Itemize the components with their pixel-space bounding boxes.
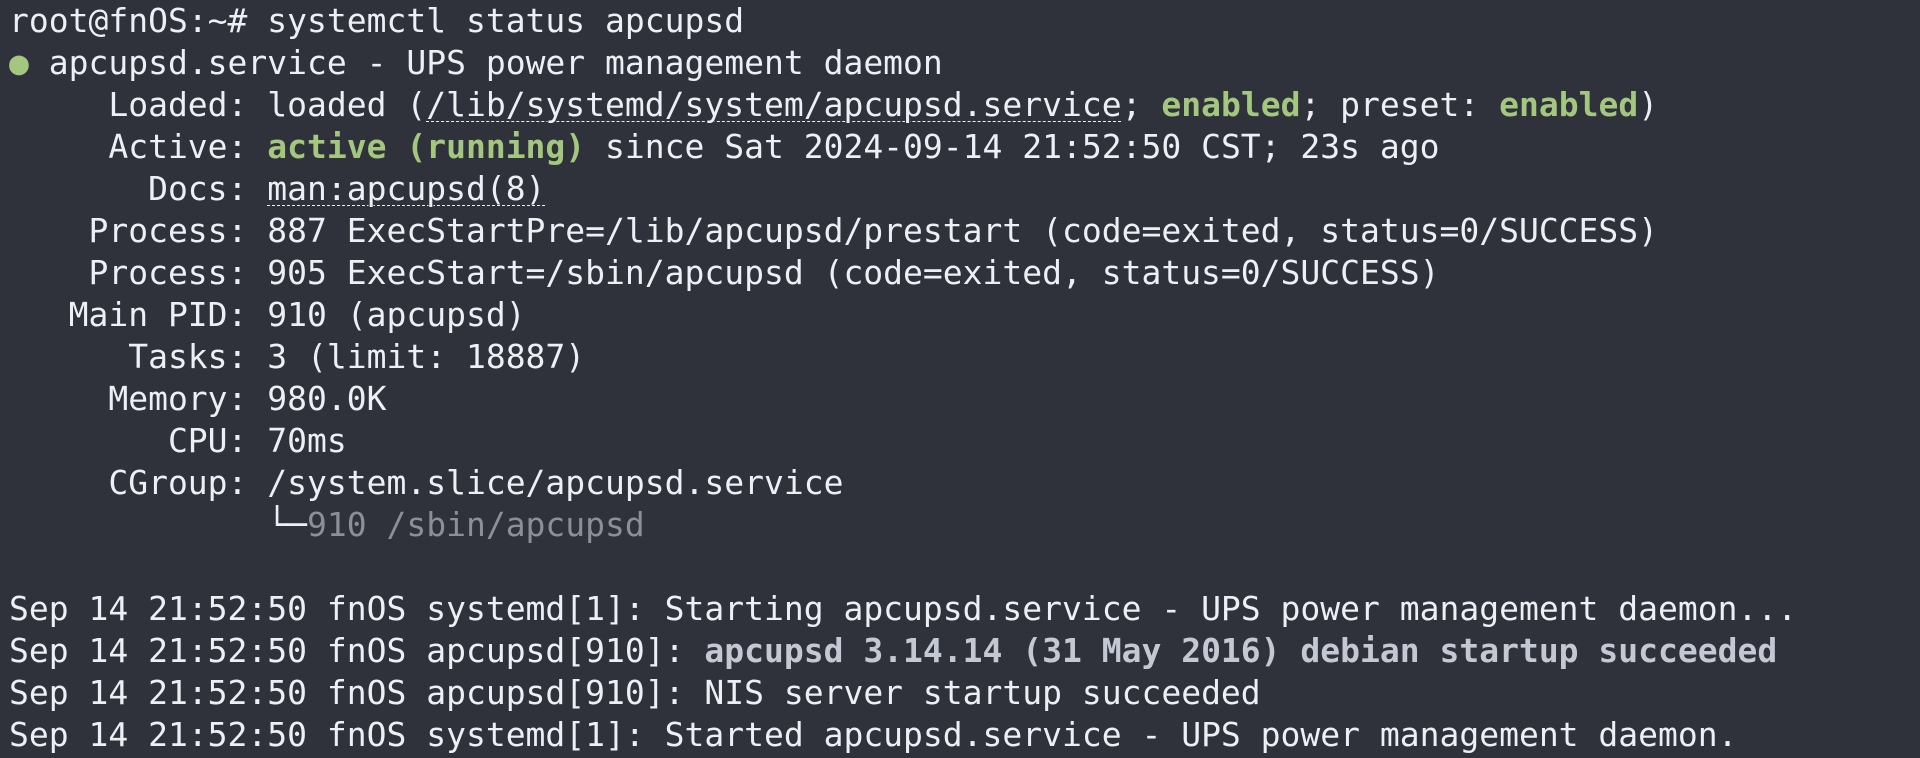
cgroup-value: /system.slice/apcupsd.service xyxy=(267,463,844,502)
loaded-label: Loaded: xyxy=(9,85,268,124)
active-since: since Sat 2024-09-14 21:52:50 CST; 23s a… xyxy=(585,127,1440,166)
main-pid-value: 910 (apcupsd) xyxy=(267,295,526,334)
service-title: apcupsd.service - UPS power management d… xyxy=(28,43,943,82)
loaded-value-pre: loaded ( xyxy=(267,85,427,124)
process-label: Process: xyxy=(9,211,268,250)
process-value: 905 ExecStart=/sbin/apcupsd (code=exited… xyxy=(267,253,1440,292)
log-message: NIS server startup succeeded xyxy=(704,673,1261,712)
log-line: Sep 14 21:52:50 fnOS apcupsd[910]: NIS s… xyxy=(9,672,1261,714)
cpu-value: 70ms xyxy=(267,421,347,460)
log-prefix: Sep 14 21:52:50 fnOS apcupsd[910]: xyxy=(9,631,705,670)
memory-value: 980.0K xyxy=(267,379,387,418)
log-message: Started apcupsd.service - UPS power mana… xyxy=(664,715,1738,754)
log-prefix: Sep 14 21:52:50 fnOS systemd[1]: xyxy=(9,715,665,754)
terminal-window[interactable]: root@fnOS:~# systemctl status apcupsd ● … xyxy=(0,0,1920,758)
docs-label: Docs: xyxy=(9,169,268,208)
process-line-1: Process: 887 ExecStartPre=/lib/apcupsd/p… xyxy=(9,210,1658,252)
active-label: Active: xyxy=(9,127,268,166)
tasks-line: Tasks: 3 (limit: 18887) xyxy=(9,336,585,378)
loaded-sep2: ; preset: xyxy=(1300,85,1500,124)
status-dot-icon: ● xyxy=(9,43,29,82)
main-pid-label: Main PID: xyxy=(9,295,268,334)
cpu-line: CPU: 70ms xyxy=(9,420,347,462)
docs-line: Docs: man:apcupsd(8) xyxy=(9,168,545,210)
service-header-line: ● apcupsd.service - UPS power management… xyxy=(9,42,943,84)
command-prompt-line: root@fnOS:~# systemctl status apcupsd xyxy=(9,0,744,42)
memory-label: Memory: xyxy=(9,379,268,418)
tree-branch-icon: └─ xyxy=(9,505,308,544)
process-label: Process: xyxy=(9,253,268,292)
log-message: Starting apcupsd.service - UPS power man… xyxy=(664,589,1798,628)
cgroup-child-process: 910 /sbin/apcupsd xyxy=(307,505,645,544)
command-prompt: root@fnOS:~# systemctl status apcupsd xyxy=(9,1,745,40)
enabled-state: enabled xyxy=(1161,85,1301,124)
cgroup-line: CGroup: /system.slice/apcupsd.service xyxy=(9,462,843,504)
docs-link[interactable]: man:apcupsd(8) xyxy=(267,169,545,208)
log-line: Sep 14 21:52:50 fnOS systemd[1]: Startin… xyxy=(9,588,1797,630)
cgroup-child-line: └─910 /sbin/apcupsd xyxy=(9,504,645,546)
log-line: Sep 14 21:52:50 fnOS systemd[1]: Started… xyxy=(9,714,1738,756)
loaded-line: Loaded: loaded (/lib/systemd/system/apcu… xyxy=(9,84,1658,126)
cpu-label: CPU: xyxy=(9,421,268,460)
tasks-value: 3 (limit: 18887) xyxy=(267,337,586,376)
loaded-sep1: ; xyxy=(1121,85,1162,124)
unit-file-link[interactable]: /lib/systemd/system/apcupsd.service xyxy=(426,85,1121,124)
process-line-2: Process: 905 ExecStart=/sbin/apcupsd (co… xyxy=(9,252,1439,294)
main-pid-line: Main PID: 910 (apcupsd) xyxy=(9,294,526,336)
process-value: 887 ExecStartPre=/lib/apcupsd/prestart (… xyxy=(267,211,1659,250)
log-prefix: Sep 14 21:52:50 fnOS systemd[1]: xyxy=(9,589,665,628)
preset-state: enabled xyxy=(1499,85,1639,124)
tasks-label: Tasks: xyxy=(9,337,268,376)
active-line: Active: active (running) since Sat 2024-… xyxy=(9,126,1439,168)
active-state: active (running) xyxy=(267,127,586,166)
memory-line: Memory: 980.0K xyxy=(9,378,387,420)
log-line: Sep 14 21:52:50 fnOS apcupsd[910]: apcup… xyxy=(9,630,1777,672)
cgroup-label: CGroup: xyxy=(9,463,268,502)
loaded-close: ) xyxy=(1638,85,1659,124)
log-prefix: Sep 14 21:52:50 fnOS apcupsd[910]: xyxy=(9,673,705,712)
log-message: apcupsd 3.14.14 (31 May 2016) debian sta… xyxy=(704,631,1778,670)
